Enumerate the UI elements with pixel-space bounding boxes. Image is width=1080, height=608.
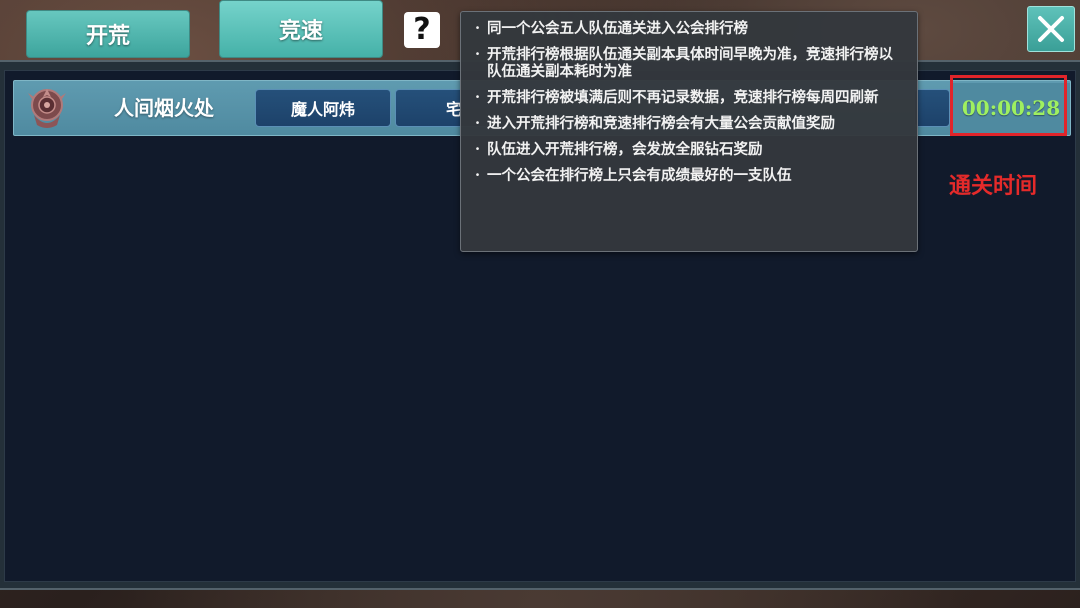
clear-time-annotation: 通关时间 xyxy=(949,174,1038,199)
tooltip-text: 一个公会在排行榜上只会有成绩最好的一支队伍 xyxy=(487,167,792,184)
bullet-icon: · xyxy=(475,89,481,106)
bullet-icon: · xyxy=(475,141,481,158)
question-icon: ? xyxy=(413,12,431,47)
tooltip-text: 进入开荒排行榜和竞速排行榜会有大量公会贡献值奖励 xyxy=(487,115,835,132)
close-icon xyxy=(1038,16,1064,42)
bullet-icon: · xyxy=(475,46,481,63)
help-tooltip: · 同一个公会五人队伍通关进入公会排行榜 · 开荒排行榜根据队伍通关副本具体时间… xyxy=(460,11,918,252)
tab-kaihuang-label: 开荒 xyxy=(85,23,130,49)
tab-kaihuang[interactable]: 开荒 xyxy=(26,10,190,58)
member-name[interactable] xyxy=(914,89,950,127)
tooltip-line: · 开荒排行榜被填满后则不再记录数据，竞速排行榜每周四刷新 xyxy=(475,89,907,106)
guild-emblem-icon xyxy=(28,89,66,128)
tab-jingsu-label: 竞速 xyxy=(278,18,323,44)
tooltip-line: · 队伍进入开荒排行榜，会发放全服钻石奖励 xyxy=(475,141,907,158)
tooltip-text: 同一个公会五人队伍通关进入公会排行榜 xyxy=(487,20,748,37)
member-name[interactable]: 魔人阿炜 xyxy=(255,89,391,127)
tab-jingsu[interactable]: 竞速 xyxy=(219,0,383,58)
tooltip-line: · 进入开荒排行榜和竞速排行榜会有大量公会贡献值奖励 xyxy=(475,115,907,132)
tooltip-text: 开荒排行榜被填满后则不再记录数据，竞速排行榜每周四刷新 xyxy=(487,89,879,106)
tooltip-text: 开荒排行榜根据队伍通关副本具体时间早晚为准，竞速排行榜以队伍通关副本耗时为准 xyxy=(487,46,893,80)
clear-time-highlight xyxy=(950,75,1067,136)
close-button[interactable] xyxy=(1027,6,1075,52)
tooltip-line: · 开荒排行榜根据队伍通关副本具体时间早晚为准，竞速排行榜以队伍通关副本耗时为准 xyxy=(475,46,907,80)
bullet-icon: · xyxy=(475,20,481,37)
tooltip-text: 队伍进入开荒排行榜，会发放全服钻石奖励 xyxy=(487,141,763,158)
bullet-icon: · xyxy=(475,167,481,184)
tooltip-line: · 一个公会在排行榜上只会有成绩最好的一支队伍 xyxy=(475,167,907,184)
tooltip-line: · 同一个公会五人队伍通关进入公会排行榜 xyxy=(475,20,907,37)
guild-name: 人间烟火处 xyxy=(114,96,214,120)
help-button[interactable]: ? xyxy=(404,12,440,48)
bullet-icon: · xyxy=(475,115,481,132)
